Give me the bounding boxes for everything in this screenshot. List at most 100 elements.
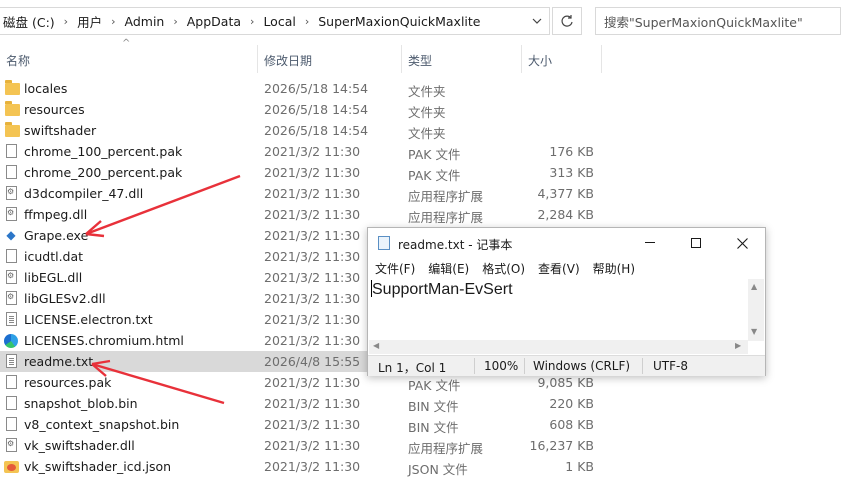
file-size: 16,237 KB: [529, 438, 594, 453]
file-size: 9,085 KB: [537, 375, 594, 390]
column-divider[interactable]: [601, 45, 602, 73]
file-date: 2021/3/2 11:30: [264, 375, 361, 390]
file-icon: [6, 417, 17, 431]
file-row[interactable]: vk_swiftshader_icd.json 2021/3/2 11:30 JSO…: [0, 456, 841, 477]
dll-icon: [6, 207, 17, 221]
text-file-icon: [6, 312, 17, 326]
file-date: 2021/3/2 11:30: [264, 270, 361, 285]
breadcrumb[interactable]: 磁盘 (C:) › 用户 › Admin › AppData › Local ›…: [0, 7, 550, 35]
edge-icon: [4, 334, 18, 348]
file-type: 应用程序扩展: [408, 210, 484, 225]
file-name: resources.pak: [24, 375, 112, 390]
notepad-text-area[interactable]: SupportMan-EvSert: [369, 280, 749, 340]
vertical-scrollbar[interactable]: ▲ ▼: [748, 279, 764, 341]
refresh-icon: [561, 15, 573, 27]
file-size: 220 KB: [549, 396, 594, 411]
notepad-menu-bar: 文件(F) 编辑(E) 格式(O) 查看(V) 帮助(H): [368, 259, 765, 279]
file-row[interactable]: chrome_100_percent.pak 2021/3/2 11:30 PAK …: [0, 141, 841, 162]
notepad-window[interactable]: readme.txt - 记事本 文件(F) 编辑(E) 格式(O) 查看(V)…: [367, 227, 766, 376]
file-name: v8_context_snapshot.bin: [24, 417, 180, 432]
breadcrumb-item[interactable]: 磁盘 (C:): [0, 12, 58, 31]
scroll-right-icon[interactable]: ▶: [735, 341, 741, 350]
file-date: 2026/5/18 14:54: [264, 102, 369, 117]
refresh-button[interactable]: [552, 7, 582, 35]
file-row[interactable]: snapshot_blob.bin 2021/3/2 11:30 BIN 文件 220…: [0, 393, 841, 414]
file-name: locales: [24, 81, 68, 96]
file-name: LICENSES.chromium.html: [24, 333, 184, 348]
file-type: JSON 文件: [408, 462, 468, 477]
file-date: 2021/3/2 11:30: [264, 438, 361, 453]
dll-icon: [6, 291, 17, 305]
scroll-left-icon[interactable]: ◀: [373, 341, 379, 350]
breadcrumb-item[interactable]: SuperMaxionQuickMaxlite: [315, 14, 483, 29]
folder-icon: [5, 101, 20, 116]
notepad-title-bar[interactable]: readme.txt - 记事本: [368, 228, 765, 258]
status-line-ending: Windows (CRLF): [533, 359, 631, 373]
file-row[interactable]: resources 2026/5/18 14:54 文件夹: [0, 99, 841, 120]
breadcrumb-separator-icon[interactable]: ›: [244, 15, 260, 28]
close-button[interactable]: [719, 228, 765, 258]
file-type: 文件夹: [408, 105, 446, 120]
file-icon: [6, 165, 17, 179]
file-type: 文件夹: [408, 84, 446, 99]
sort-ascending-icon: ^: [122, 38, 131, 49]
breadcrumb-item[interactable]: Admin: [122, 14, 168, 29]
column-type-header[interactable]: 类型: [408, 52, 432, 69]
file-size: 1 KB: [565, 459, 594, 474]
column-divider[interactable]: [521, 45, 522, 73]
file-row[interactable]: chrome_200_percent.pak 2021/3/2 11:30 PAK …: [0, 162, 841, 183]
file-size: 313 KB: [549, 165, 594, 180]
file-name: icudtl.dat: [24, 249, 84, 264]
column-divider[interactable]: [401, 45, 402, 73]
folder-icon: [5, 80, 20, 95]
status-divider: [524, 358, 525, 374]
file-date: 2021/3/2 11:30: [264, 417, 361, 432]
file-name: resources: [24, 102, 85, 117]
close-icon: [736, 237, 748, 249]
file-date: 2021/3/2 11:30: [264, 396, 361, 411]
file-name: d3dcompiler_47.dll: [24, 186, 144, 201]
search-input[interactable]: 搜索"SuperMaxionQuickMaxlite": [595, 7, 841, 35]
breadcrumb-separator-icon[interactable]: ›: [58, 15, 74, 28]
menu-view[interactable]: 查看(V): [531, 259, 586, 279]
minimize-button[interactable]: [627, 228, 673, 258]
file-date: 2026/5/18 14:54: [264, 81, 369, 96]
file-size: 176 KB: [549, 144, 594, 159]
file-row[interactable]: locales 2026/5/18 14:54 文件夹: [0, 78, 841, 99]
file-row[interactable]: swiftshader 2026/5/18 14:54 文件夹: [0, 120, 841, 141]
breadcrumb-separator-icon[interactable]: ›: [167, 15, 183, 28]
scroll-up-icon[interactable]: ▲: [751, 282, 757, 291]
file-row[interactable]: vk_swiftshader.dll 2021/3/2 11:30 应用程序扩展 16…: [0, 435, 841, 456]
chevron-down-icon[interactable]: [523, 7, 550, 35]
file-row[interactable]: d3dcompiler_47.dll 2021/3/2 11:30 应用程序扩展 4,…: [0, 183, 841, 204]
file-row[interactable]: v8_context_snapshot.bin 2021/3/2 11:30 BIN…: [0, 414, 841, 435]
column-name-header[interactable]: 名称: [6, 52, 30, 69]
menu-help[interactable]: 帮助(H): [586, 259, 641, 279]
menu-format[interactable]: 格式(O): [475, 259, 531, 279]
scroll-down-icon[interactable]: ▼: [751, 327, 757, 336]
file-icon: [6, 144, 17, 158]
file-name: snapshot_blob.bin: [24, 396, 138, 411]
file-row[interactable]: readme.txt 2026/4/8 15:55: [0, 351, 367, 372]
breadcrumb-item[interactable]: Local: [260, 14, 298, 29]
menu-file[interactable]: 文件(F): [368, 259, 421, 279]
horizontal-scrollbar[interactable]: ◀ ▶: [369, 340, 748, 354]
file-row[interactable]: ffmpeg.dll 2021/3/2 11:30 应用程序扩展 2,284 KB: [0, 204, 841, 225]
breadcrumb-item[interactable]: 用户: [74, 12, 105, 31]
file-date: 2026/5/18 14:54: [264, 123, 369, 138]
column-size-header[interactable]: 大小: [528, 52, 552, 69]
menu-edit[interactable]: 编辑(E): [421, 259, 475, 279]
file-icon: [6, 396, 17, 410]
dll-icon: [6, 186, 17, 200]
json-icon: [4, 461, 19, 473]
breadcrumb-separator-icon[interactable]: ›: [299, 15, 315, 28]
column-date-header[interactable]: 修改日期: [264, 52, 312, 69]
column-divider[interactable]: [257, 45, 258, 73]
maximize-button[interactable]: [673, 228, 719, 258]
file-date: 2021/3/2 11:30: [264, 207, 361, 222]
file-name: chrome_200_percent.pak: [24, 165, 183, 180]
breadcrumb-separator-icon[interactable]: ›: [105, 15, 121, 28]
dll-icon: [6, 438, 17, 452]
breadcrumb-item[interactable]: AppData: [184, 14, 244, 29]
file-name: Grape.exe: [24, 228, 89, 243]
